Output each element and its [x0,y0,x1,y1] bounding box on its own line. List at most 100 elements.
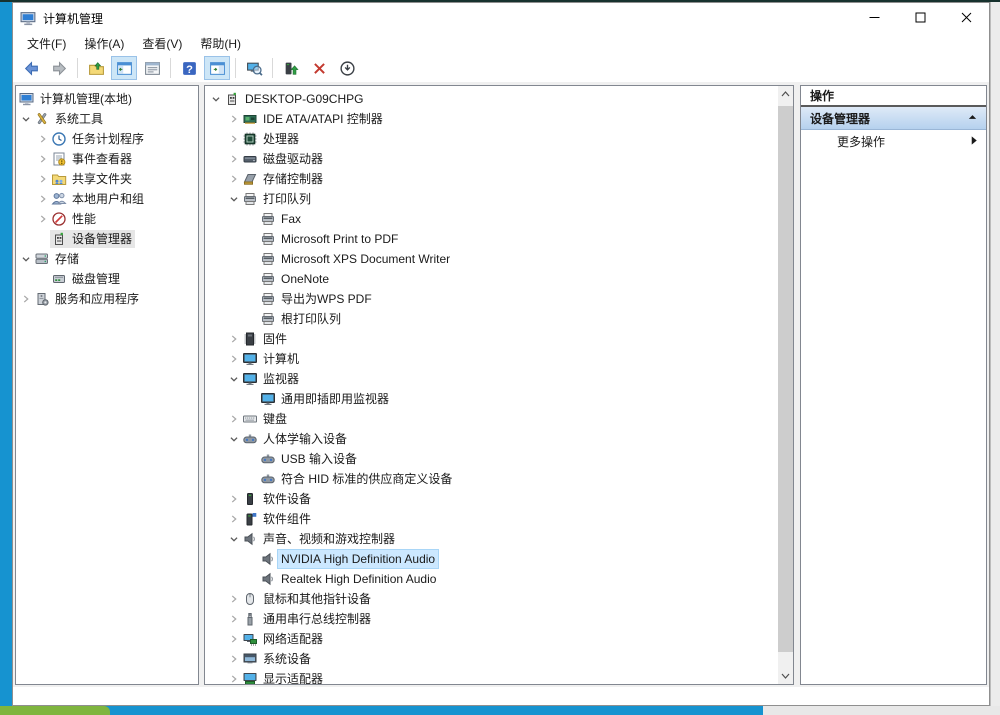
chevron-down-icon[interactable] [226,369,241,389]
tree-item[interactable]: 键盘 [205,409,778,429]
chevron-right-icon[interactable] [18,289,33,309]
tree-item[interactable]: 共享文件夹 [16,169,198,189]
tree-item[interactable]: OneNote [205,269,778,289]
tree-item[interactable]: 本地用户和组 [16,189,198,209]
tree-item[interactable]: 处理器 [205,129,778,149]
chevron-right-icon[interactable] [226,349,241,369]
chevron-right-icon[interactable] [226,489,241,509]
scroll-up-button[interactable] [778,86,793,102]
tree-item[interactable]: 软件设备 [205,489,778,509]
chevron-right-icon[interactable] [35,209,50,229]
scrollbar-thumb[interactable] [778,106,793,652]
chevron-right-icon[interactable] [226,589,241,609]
tree-item[interactable]: 设备管理器 [16,229,198,249]
chevron-right-icon[interactable] [35,129,50,149]
close-button[interactable] [943,3,989,32]
back-button[interactable] [18,56,44,80]
console-tree-button[interactable] [111,56,137,80]
tree-item-label: Realtek High Definition Audio [281,571,436,587]
chevron-right-icon[interactable] [226,509,241,529]
scan-button[interactable] [241,56,267,80]
tree-item[interactable]: 事件查看器 [16,149,198,169]
chevron-right-icon[interactable] [226,629,241,649]
tree-item[interactable]: 符合 HID 标准的供应商定义设备 [205,469,778,489]
tree-item[interactable]: NVIDIA High Definition Audio [205,549,778,569]
tree-item[interactable]: 通用串行总线控制器 [205,609,778,629]
tree-item[interactable]: 声音、视频和游戏控制器 [205,529,778,549]
update-driver-button[interactable] [278,56,304,80]
chevron-right-icon[interactable] [226,129,241,149]
tree-item[interactable]: 鼠标和其他指针设备 [205,589,778,609]
chevron-right-icon[interactable] [35,169,50,189]
desktop-edge-right [990,2,1000,706]
uninstall-button[interactable] [306,56,332,80]
tree-item[interactable]: 服务和应用程序 [16,289,198,309]
tree-item[interactable]: Realtek High Definition Audio [205,569,778,589]
tree-item[interactable]: 软件组件 [205,509,778,529]
chevron-right-icon[interactable] [226,649,241,669]
tree-item[interactable]: 导出为WPS PDF [205,289,778,309]
chevron-down-icon[interactable] [208,89,223,109]
menu-item[interactable]: 帮助(H) [191,33,250,54]
chevron-right-icon[interactable] [226,169,241,189]
minimize-button[interactable] [851,3,897,32]
forward-button[interactable] [46,56,72,80]
up-folder-button[interactable] [83,56,109,80]
tree-item[interactable]: 磁盘管理 [16,269,198,289]
tree-item[interactable]: 计算机管理(本地) [16,89,198,109]
chevron-right-icon[interactable] [226,109,241,129]
actions-section-device-manager[interactable]: 设备管理器 [801,107,986,130]
tree-item[interactable]: USB 输入设备 [205,449,778,469]
scroll-down-button[interactable] [778,668,793,684]
tree-item[interactable]: 系统设备 [205,649,778,669]
tree-item[interactable]: Microsoft XPS Document Writer [205,249,778,269]
action-pane-button[interactable] [204,56,230,80]
chevron-right-icon[interactable] [226,149,241,169]
chevron-right-icon[interactable] [226,329,241,349]
tree-item[interactable]: 固件 [205,329,778,349]
menu-item[interactable]: 操作(A) [75,33,133,54]
tree-item[interactable]: 监视器 [205,369,778,389]
chevron-down-icon[interactable] [226,189,241,209]
tree-item[interactable]: DESKTOP-G09CHPG [205,89,778,109]
help-button[interactable]: ? [176,56,202,80]
tree-item[interactable]: 通用即插即用监视器 [205,389,778,409]
chevron-right-icon[interactable] [226,409,241,429]
tree-item[interactable]: Fax [205,209,778,229]
tree-item[interactable]: 计算机 [205,349,778,369]
chevron-down-icon[interactable] [226,529,241,549]
properties-button[interactable] [139,56,165,80]
tree-item-label: 性能 [72,211,96,227]
tree-item[interactable]: 打印队列 [205,189,778,209]
tree-item[interactable]: Microsoft Print to PDF [205,229,778,249]
tree-item[interactable]: 根打印队列 [205,309,778,329]
vertical-scrollbar[interactable] [778,86,793,684]
tree-item[interactable]: 系统工具 [16,109,198,129]
up-folder-icon [88,60,105,77]
chevron-right-icon[interactable] [35,189,50,209]
menu-item[interactable]: 文件(F) [18,33,75,54]
tree-item[interactable]: 显示适配器 [205,669,778,684]
chevron-right-icon[interactable] [226,609,241,629]
disable-icon [339,60,356,77]
disable-button[interactable] [334,56,360,80]
more-actions-item[interactable]: 更多操作 [801,130,986,153]
tree-item-label: USB 输入设备 [281,451,357,467]
collapse-section-icon[interactable] [967,111,978,125]
tree-item[interactable]: 性能 [16,209,198,229]
tree-item[interactable]: 存储控制器 [205,169,778,189]
chevron-down-icon[interactable] [226,429,241,449]
menu-item[interactable]: 查看(V) [133,33,191,54]
tree-item[interactable]: 存储 [16,249,198,269]
title-bar[interactable]: 计算机管理 [13,3,989,33]
chevron-right-icon[interactable] [226,669,241,684]
chevron-right-icon[interactable] [35,149,50,169]
tree-item[interactable]: 磁盘驱动器 [205,149,778,169]
tree-item[interactable]: 人体学输入设备 [205,429,778,449]
tree-item[interactable]: 网络适配器 [205,629,778,649]
chevron-down-icon[interactable] [18,109,33,129]
tree-item[interactable]: 任务计划程序 [16,129,198,149]
maximize-button[interactable] [897,3,943,32]
tree-item[interactable]: IDE ATA/ATAPI 控制器 [205,109,778,129]
chevron-down-icon[interactable] [18,249,33,269]
